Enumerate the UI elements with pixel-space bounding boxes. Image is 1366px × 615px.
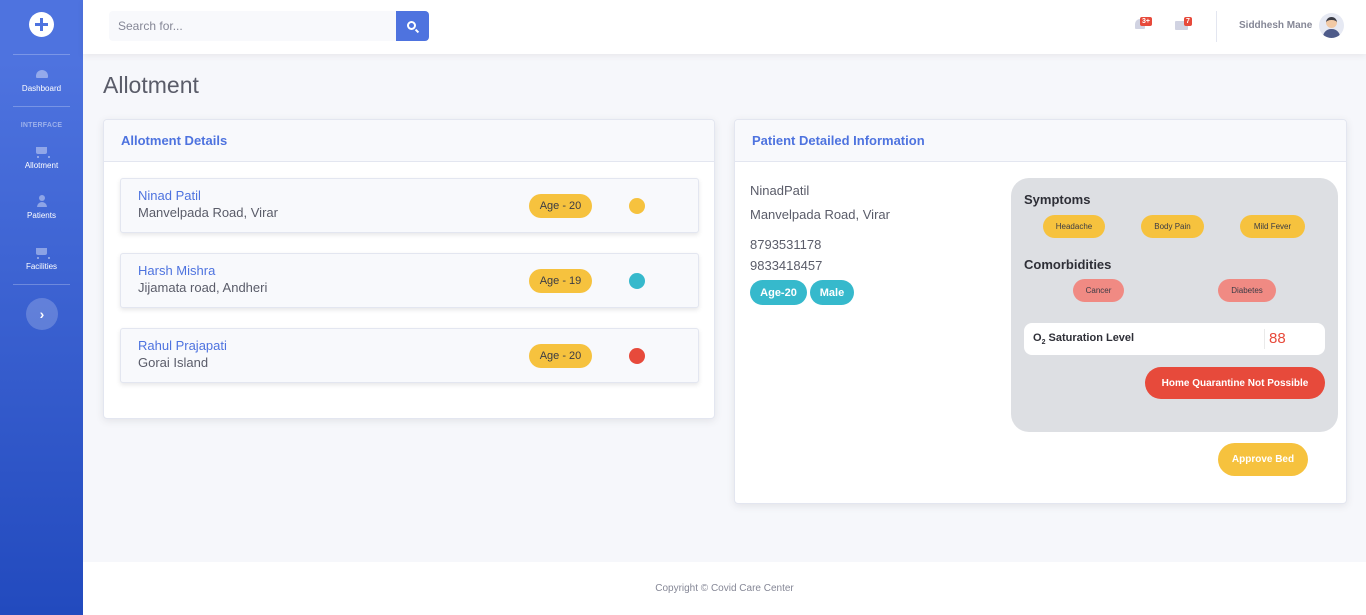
patient-info-card: Patient Detailed Information NinadPatil … (734, 119, 1347, 504)
alerts-button[interactable]: 3+ (1135, 17, 1152, 31)
symptoms-panel: Symptoms Headache Body Pain Mild Fever C… (1011, 178, 1338, 432)
card-header: Allotment Details (104, 120, 714, 162)
list-item[interactable]: Ninad Patil Manvelpada Road, Virar Age -… (120, 178, 699, 233)
sidebar-item-label: Patients (27, 211, 56, 220)
user-icon (0, 195, 83, 209)
sidebar-item-facilities[interactable]: Facilities (0, 246, 83, 271)
patient-name[interactable]: Rahul Prajapati (138, 338, 227, 353)
symptom-badge: Body Pain (1141, 215, 1204, 238)
patient-phone: 8793531178 (750, 237, 822, 252)
o2-saturation-label: O2 Saturation Level (1033, 332, 1135, 347)
o2-saturation-value: 88 (1269, 330, 1286, 347)
list-item[interactable]: Rahul Prajapati Gorai Island Age - 20 (120, 328, 699, 383)
comorbidities-title: Comorbidities (1024, 257, 1112, 272)
age-badge: Age - 19 (529, 269, 592, 293)
status-dot (629, 198, 645, 214)
sidebar-divider (13, 284, 70, 285)
list-item[interactable]: Harsh Mishra Jijamata road, Andheri Age … (120, 253, 699, 308)
sidebar-divider (13, 54, 70, 55)
sidebar-item-patients[interactable]: Patients (0, 195, 83, 220)
messages-button[interactable]: 7 (1175, 17, 1192, 31)
allotment-details-card: Allotment Details Ninad Patil Manvelpada… (103, 119, 715, 419)
brand-plus-icon[interactable] (29, 12, 54, 37)
patient-name: NinadPatil (750, 183, 810, 198)
alerts-count-badge: 3+ (1140, 17, 1152, 26)
search-input[interactable] (109, 11, 396, 41)
patient-name[interactable]: Ninad Patil (138, 188, 201, 203)
topbar-divider (1216, 11, 1217, 42)
chevron-right-icon: › (39, 306, 45, 322)
avatar[interactable] (1319, 13, 1344, 38)
patient-name[interactable]: Harsh Mishra (138, 263, 215, 278)
comorbidity-badge: Diabetes (1218, 279, 1276, 302)
sidebar: Dashboard INTERFACE Allotment Patients F… (0, 0, 83, 615)
gender-chip: Male (810, 280, 854, 305)
o2-saturation-box: O2 Saturation Level 88 (1024, 323, 1325, 355)
search-icon (407, 20, 416, 30)
status-dot (629, 273, 645, 289)
home-quarantine-button[interactable]: Home Quarantine Not Possible (1145, 367, 1325, 399)
patient-address: Jijamata road, Andheri (138, 280, 268, 295)
sidebar-heading: INTERFACE (20, 122, 63, 129)
sidebar-item-dashboard[interactable]: Dashboard (0, 68, 83, 93)
sidebar-divider (13, 106, 70, 107)
copyright-text: Copyright © Covid Care Center (655, 583, 794, 594)
age-chip: Age-20 (750, 280, 807, 305)
page-title: Allotment (103, 72, 199, 98)
age-badge: Age - 20 (529, 194, 592, 218)
symptom-badge: Mild Fever (1240, 215, 1305, 238)
symptoms-title: Symptoms (1024, 192, 1091, 207)
symptom-badge: Headache (1043, 215, 1105, 238)
topbar: 3+ 7 Siddhesh Mane (83, 0, 1366, 54)
cart-icon (0, 246, 83, 260)
card-header: Patient Detailed Information (735, 120, 1346, 162)
age-badge: Age - 20 (529, 344, 592, 368)
cart-icon (0, 145, 83, 159)
sidebar-item-label: Facilities (25, 262, 58, 271)
patient-address: Manvelpada Road, Virar (750, 207, 890, 222)
comorbidity-badge: Cancer (1073, 279, 1124, 302)
messages-count-badge: 7 (1184, 17, 1192, 26)
sidebar-item-label: Allotment (24, 161, 59, 170)
sidebar-item-label: Dashboard (21, 84, 62, 93)
patient-address: Manvelpada Road, Virar (138, 205, 278, 220)
dashboard-icon (0, 68, 83, 82)
approve-bed-button[interactable]: Approve Bed (1218, 443, 1308, 476)
sidebar-item-allotment[interactable]: Allotment (0, 145, 83, 170)
search-button[interactable] (396, 11, 429, 41)
patient-phone: 9833418457 (750, 258, 823, 273)
status-dot (629, 348, 645, 364)
patient-address: Gorai Island (138, 355, 209, 370)
user-name[interactable]: Siddhesh Mane (1239, 20, 1312, 31)
footer: Copyright © Covid Care Center (83, 562, 1366, 615)
sidebar-toggle-button[interactable]: › (26, 298, 58, 330)
